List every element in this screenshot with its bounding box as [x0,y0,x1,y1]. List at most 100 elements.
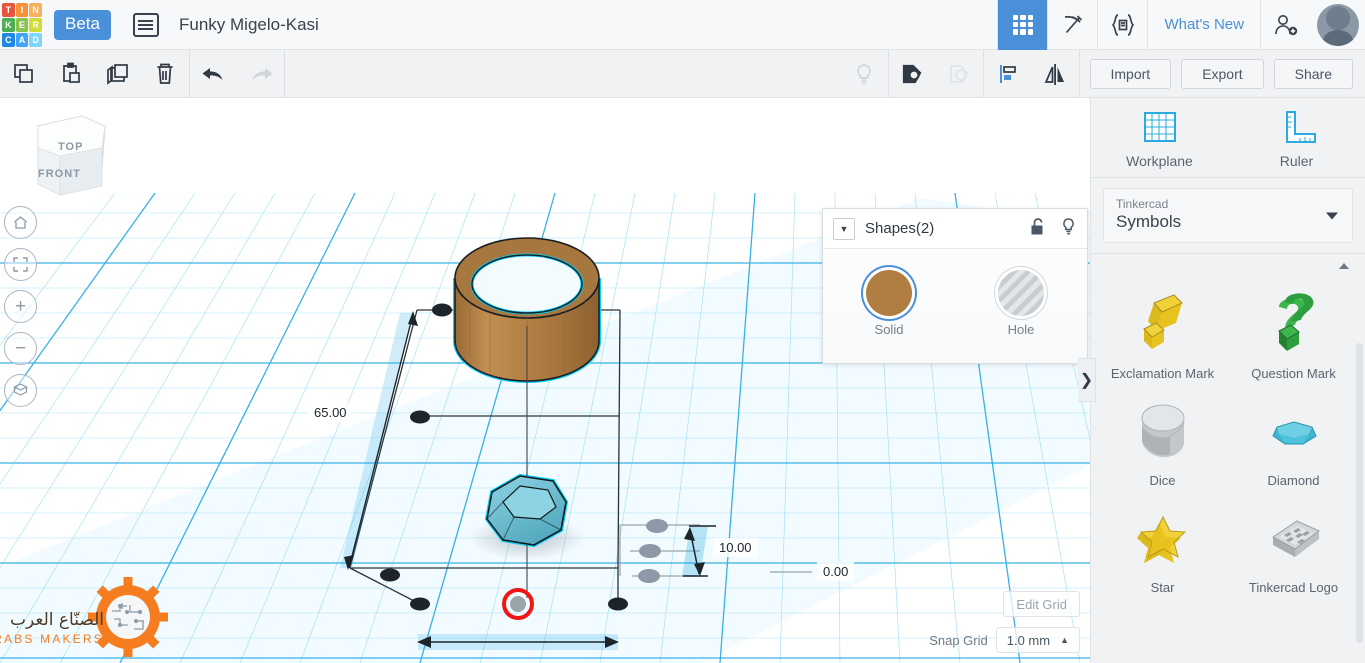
project-menu-icon[interactable] [132,12,159,37]
snap-grid-value: 1.0 mm [1006,632,1051,648]
gallery-item-star[interactable]: Star [1097,492,1228,599]
mirror-button[interactable] [1031,50,1078,98]
gallery-label: Tinkercad Logo [1248,580,1339,595]
chevron-down-icon[interactable]: ▼ [833,217,855,240]
shapes-panel-header: ▼ Shapes(2) [823,209,1087,249]
top-bar-right: What's New [997,0,1365,50]
pickaxe-icon[interactable] [1047,0,1097,50]
shape-category-select[interactable]: Tinkercad Symbols [1103,188,1353,243]
share-button[interactable]: Share [1273,58,1354,89]
gallery-label: Question Mark [1251,366,1336,381]
gallery-label: Diamond [1267,473,1320,488]
redo-button[interactable] [237,50,284,98]
copy-button[interactable] [0,50,47,98]
question-mark-icon [1248,284,1340,364]
gallery-label: Dice [1149,473,1176,488]
unlock-icon[interactable] [1029,217,1046,241]
import-button[interactable]: Import [1089,58,1172,89]
logo-tile-c: C [2,32,15,47]
category-value: Symbols [1116,212,1182,231]
gallery-item-exclamation-mark[interactable]: Exclamation Mark [1097,278,1228,385]
duplicate-button[interactable] [94,50,141,98]
dimension-label-elevation[interactable]: 0.00 [817,562,855,581]
gallery-scroll-up[interactable] [1091,253,1365,274]
edit-grid-button[interactable]: Edit Grid [1003,591,1080,617]
tinkercad-app: T I N K E R C A D Beta Funky Migelo-Kasi [0,0,1365,663]
logo-tile-a: A [15,32,29,47]
exclamation-mark-icon [1117,284,1209,364]
watermark-latin-text: ARABS MAKERS [0,632,104,646]
zoom-out-button[interactable]: − [4,332,37,365]
dimension-width [417,634,619,650]
light-bulb-icon[interactable] [1060,217,1077,241]
logo-tile-r: R [29,17,42,32]
snap-grid-select[interactable]: 1.0 mm ▲ [995,627,1080,653]
dice-icon [1117,391,1209,471]
arabs-makers-watermark: الصنّاع العرب ARABS MAKERS [0,577,168,657]
view-cube-front-label: FRONT [38,168,81,180]
dimension-label-depth[interactable]: 65.00 [308,403,353,422]
logo-tile-i: I [15,2,29,17]
gallery-grid-icon[interactable] [997,0,1048,50]
hole-swatch[interactable]: Hole [998,269,1044,337]
gallery-item-dice[interactable]: Dice [1097,385,1228,492]
shape-gallery: Exclamation Mark Question Mark Dice Diam… [1091,274,1365,599]
gallery-item-question-mark[interactable]: Question Mark [1228,278,1359,385]
paste-button[interactable] [47,50,94,98]
edit-toolbar: Import Export Share [0,49,1365,98]
align-button[interactable] [984,50,1031,98]
home-view-button[interactable] [4,206,37,239]
fit-to-view-button[interactable] [4,248,37,281]
star-icon [1117,498,1209,578]
hole-label: Hole [1007,321,1035,337]
toolbar-divider [1078,49,1080,98]
shapes-panel: ▼ Shapes(2) Solid Hole [822,208,1088,364]
sidebar-item-ruler[interactable]: Ruler [1228,98,1365,177]
ungroup-button[interactable] [936,50,983,98]
hole-color-circle [998,269,1044,316]
page-title: Funky Migelo-Kasi [178,14,319,34]
dimension-label-height[interactable]: 10.00 [713,538,758,557]
gallery-label: Star [1150,580,1175,595]
codeblocks-icon[interactable] [1097,0,1147,50]
tinkercad-logo[interactable]: T I N K E R C A D [0,0,44,50]
logo-tile-d: D [29,32,42,47]
zoom-in-button[interactable]: + [4,290,37,323]
workplane-icon [1143,111,1176,142]
category-select-wrap: Tinkercad Symbols [1091,178,1365,253]
solid-color-circle [866,269,912,316]
add-user-icon[interactable] [1261,0,1311,50]
whats-new-link[interactable]: What's New [1147,0,1261,50]
chevron-up-icon: ▲ [1060,635,1069,645]
toolbar-divider [284,49,286,98]
3d-viewport[interactable]: TOP FRONT + − 65.00 10.00 0.00 25.00 [0,98,1090,663]
watermark-arabic-text: الصنّاع العرب [10,610,104,630]
top-bar: T I N K E R C A D Beta Funky Migelo-Kasi [0,0,1365,50]
category-group-label: Tinkercad [1116,197,1169,211]
shapes-panel-body: Solid Hole [823,249,1087,363]
export-button[interactable]: Export [1181,58,1264,89]
workplane-label: Workplane [1126,152,1193,169]
group-button[interactable] [889,50,936,98]
sidebar-item-workplane[interactable]: Workplane [1091,98,1228,177]
solid-swatch[interactable]: Solid [866,269,912,337]
logo-tile-t: T [2,2,15,17]
beta-badge: Beta [54,9,111,40]
diamond-icon [1248,391,1340,471]
avatar[interactable] [1317,3,1359,46]
view-cube-top-label: TOP [58,141,84,153]
solid-label: Solid [874,321,904,337]
light-bulb-icon[interactable] [840,50,887,98]
collapse-panel-tab[interactable]: ❯ [1078,358,1096,402]
view-cube[interactable]: TOP FRONT [20,108,110,203]
snap-grid-label: Snap Grid [929,632,988,648]
logo-tile-k: K [2,17,15,32]
perspective-toggle-button[interactable] [4,374,37,407]
right-sidebar: Workplane Ruler Tinkercad Symbols Exclam… [1090,98,1365,663]
delete-button[interactable] [142,50,189,98]
gallery-item-tinkercad-logo[interactable]: Tinkercad Logo [1228,492,1359,599]
undo-button[interactable] [190,50,237,98]
chevron-down-icon [1326,212,1338,219]
gallery-item-diamond[interactable]: Diamond [1228,385,1359,492]
gallery-scrollbar[interactable] [1356,343,1363,643]
